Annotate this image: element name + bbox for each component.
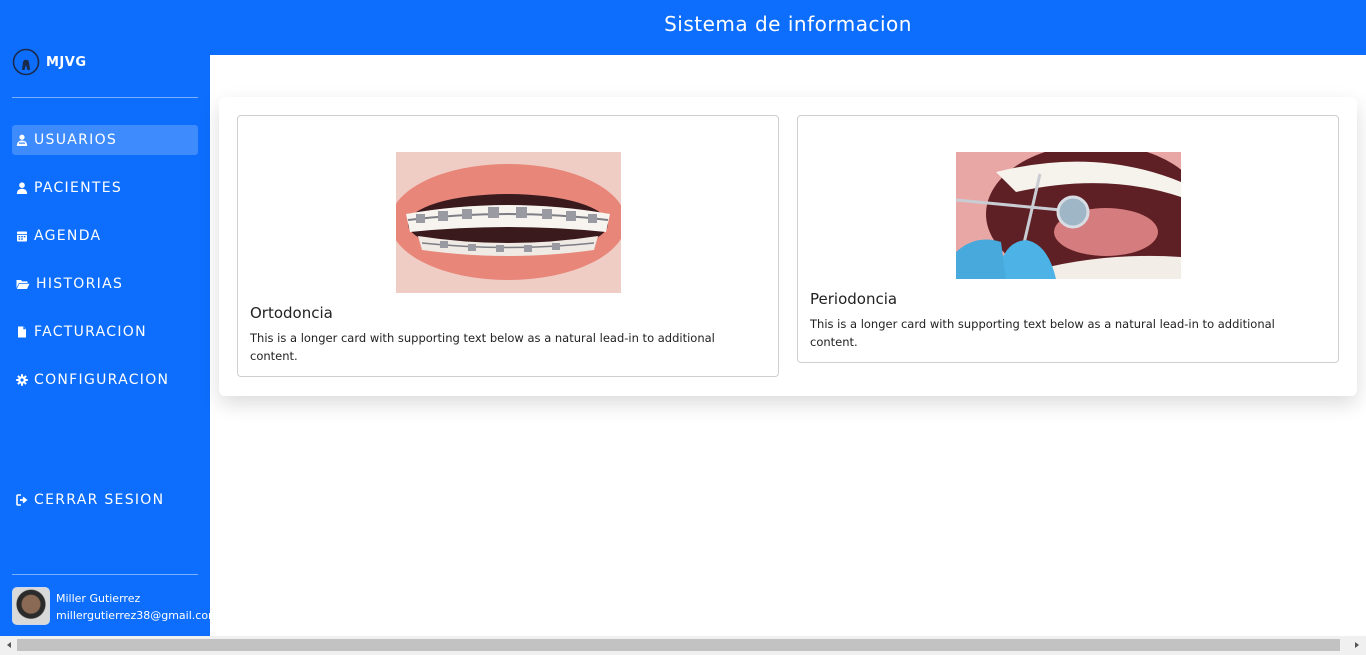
folder-open-icon [16,280,30,289]
sidebar-divider-bottom [12,574,198,575]
scroll-left-icon[interactable] [4,640,14,650]
card-periodoncia[interactable]: Periodoncia This is a longer card with s… [797,115,1339,363]
card-text: This is a longer card with supporting te… [810,317,1275,349]
card-title: Periodoncia [810,290,898,308]
file-icon [18,326,26,338]
calendar-icon [17,231,27,242]
avatar [12,587,50,625]
tooth-logo-icon [12,48,40,76]
card-ortodoncia[interactable]: Ortodoncia This is a longer card with su… [237,115,779,377]
sidebar-item-configuracion[interactable]: CONFIGURACION [12,365,198,395]
sidebar-divider [12,97,198,98]
sidebar-item-label: HISTORIAS [36,276,124,292]
scrollbar-thumb[interactable] [17,639,1340,651]
sidebar-item-label: CONFIGURACION [34,372,170,388]
user-doctor-icon [16,134,28,146]
brand[interactable]: MJVG [12,48,87,76]
sidebar: MJVG USUARIOS PACIENTES AGENDA HISTORIAS [0,0,219,636]
card-text: This is a longer card with supporting te… [250,331,715,363]
card-image-dental-exam [956,152,1181,279]
card-title: Ortodoncia [250,304,333,322]
brand-name: MJVG [46,54,87,70]
horizontal-scrollbar[interactable] [0,636,1366,655]
sidebar-item-label: PACIENTES [34,180,123,196]
user-name: Miller Gutierrez [56,592,141,605]
user-profile[interactable]: Miller Gutierrez millergutierrez38@gmail… [12,587,219,625]
scroll-right-icon[interactable] [1352,640,1362,650]
sidebar-item-agenda[interactable]: AGENDA [12,221,198,251]
user-email: millergutierrez38@gmail.com [56,609,219,622]
sidebar-item-historias[interactable]: HISTORIAS [12,269,198,299]
logout-button[interactable]: CERRAR SESION [12,485,198,515]
sidebar-item-label: USUARIOS [34,132,118,148]
logout-label: CERRAR SESION [34,492,165,508]
page-title: Sistema de informacion [664,12,912,36]
gear-icon [16,374,28,386]
card-image-braces [396,152,621,293]
sidebar-item-usuarios[interactable]: USUARIOS [12,125,198,155]
sidebar-item-label: FACTURACION [34,324,147,340]
content-container: Ortodoncia This is a longer card with su… [219,97,1357,396]
sidebar-item-pacientes[interactable]: PACIENTES [12,173,198,203]
sidebar-item-label: AGENDA [34,228,102,244]
sidebar-item-facturacion[interactable]: FACTURACION [12,317,198,347]
sign-out-icon [16,494,28,506]
user-icon [16,182,28,194]
